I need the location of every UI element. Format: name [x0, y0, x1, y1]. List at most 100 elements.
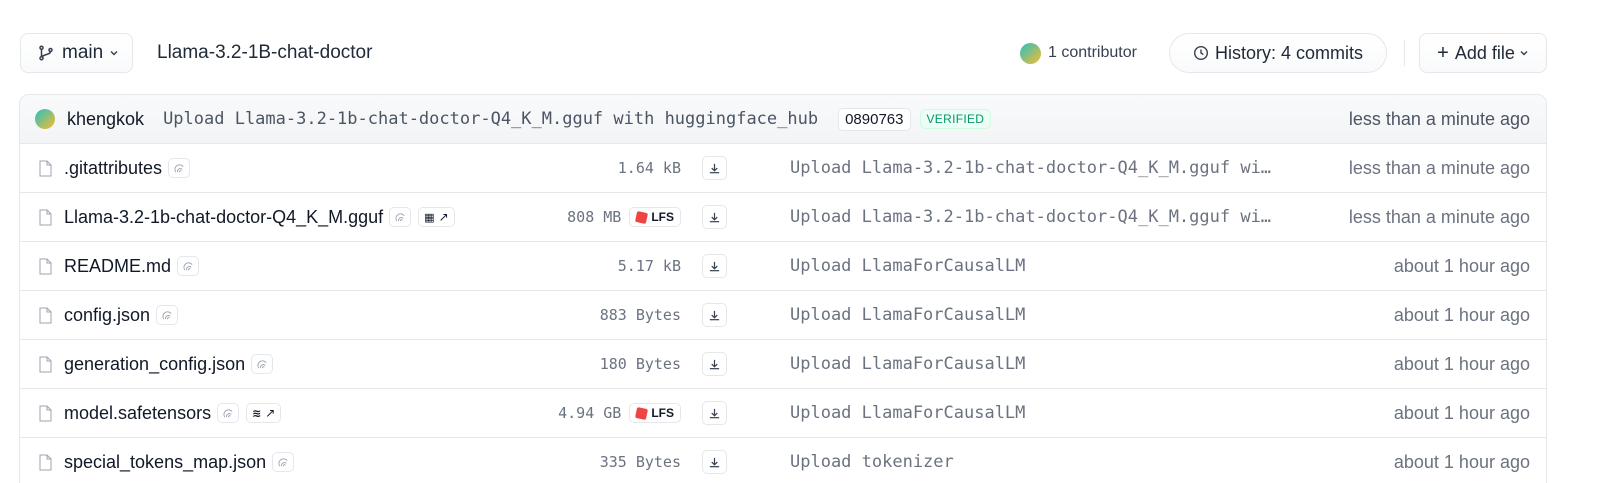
safety-badge[interactable] [177, 256, 200, 276]
history-label: History: 4 commits [1214, 42, 1364, 63]
lfs-label: LFS [651, 210, 674, 224]
contributors-link[interactable]: 1 contributor [1020, 33, 1137, 73]
commit-message[interactable]: Upload Llama-3.2-1b-chat-doctor-Q4_K_M.g… [163, 109, 818, 129]
file-commit-time: less than a minute ago [1348, 207, 1530, 227]
file-size: 5.17 kB [617, 257, 681, 275]
download-button[interactable] [702, 401, 727, 425]
download-icon [709, 457, 720, 467]
file-row[interactable]: special_tokens_map.json 335 Bytes Upload t… [20, 438, 1546, 483]
file-commit-time: about 1 hour ago [1393, 354, 1530, 374]
download-button[interactable] [702, 303, 727, 327]
file-row[interactable]: .gitattributes 1.64 kB Upload Llama-3.2-1b… [20, 144, 1546, 193]
file-commit-time: about 1 hour ago [1393, 403, 1530, 423]
file-name-wrap: README.md [64, 242, 200, 290]
lfs-cube-icon [635, 406, 649, 420]
history-button[interactable]: History: 4 commits [1169, 33, 1387, 73]
safety-scan-icon [278, 457, 288, 466]
file-icon [39, 160, 52, 177]
external-link-icon: ↗ [265, 406, 276, 420]
file-icon [39, 307, 52, 324]
latest-commit-row: khengkok Upload Llama-3.2-1b-chat-doctor… [20, 95, 1546, 144]
safety-badge[interactable] [272, 452, 295, 472]
file-commit-message[interactable]: Upload LlamaForCausalLM [790, 291, 1025, 339]
verified-badge: VERIFIED [919, 109, 992, 129]
author-avatar[interactable] [35, 109, 55, 129]
lfs-badge: LFS [629, 403, 681, 423]
download-icon [709, 261, 720, 271]
chevron-down-icon [110, 51, 118, 56]
contributors-label: 1 contributor [1048, 44, 1137, 61]
file-row[interactable]: generation_config.json 180 Bytes Upload Ll… [20, 340, 1546, 389]
file-name[interactable]: special_tokens_map.json [64, 452, 266, 473]
file-commit-message[interactable]: Upload LlamaForCausalLM [790, 389, 1025, 437]
file-size-area: 4.94 GB LFS [558, 389, 681, 437]
download-button[interactable] [702, 205, 727, 229]
file-name[interactable]: Llama-3.2-1b-chat-doctor-Q4_K_M.gguf [64, 207, 383, 228]
file-name[interactable]: README.md [64, 256, 171, 277]
file-size: 883 Bytes [599, 306, 681, 324]
file-name[interactable]: config.json [64, 305, 150, 326]
file-icon [39, 209, 52, 226]
file-row[interactable]: README.md 5.17 kB Upload LlamaForCausalLM a… [20, 242, 1546, 291]
file-size-area: 335 Bytes [600, 438, 681, 483]
file-size: 808 MB [567, 208, 622, 226]
file-name[interactable]: model.safetensors [64, 403, 211, 424]
file-commit-time: less than a minute ago [1348, 158, 1530, 178]
chevron-down-icon [1520, 51, 1528, 56]
repo-name[interactable]: Llama-3.2-1B-chat-doctor [157, 33, 372, 73]
download-button[interactable] [702, 156, 727, 180]
download-icon [709, 408, 720, 418]
download-button[interactable] [702, 254, 727, 278]
file-icon [39, 356, 52, 373]
file-name[interactable]: generation_config.json [64, 354, 245, 375]
safety-scan-icon [257, 359, 267, 368]
file-size-area: 883 Bytes [600, 291, 681, 339]
file-viewer-badge[interactable]: ≋ ↗ [246, 403, 282, 423]
file-icon [39, 258, 52, 275]
safety-scan-icon [395, 212, 405, 221]
add-file-button[interactable]: + Add file [1419, 33, 1547, 73]
file-size: 1.64 kB [617, 159, 681, 177]
file-commit-time: about 1 hour ago [1393, 452, 1530, 472]
safety-scan-icon [223, 408, 233, 417]
download-icon [709, 163, 720, 173]
commit-author[interactable]: khengkok [67, 109, 144, 130]
file-row[interactable]: model.safetensors ≋ ↗ 4.94 GB LFS Upload Llam… [20, 389, 1546, 438]
file-name-wrap: .gitattributes [64, 144, 191, 192]
lfs-label: LFS [651, 406, 674, 420]
file-size-area: 5.17 kB [618, 242, 681, 290]
safety-badge[interactable] [217, 403, 240, 423]
safety-badge[interactable] [168, 158, 191, 178]
safety-scan-icon [162, 310, 172, 319]
file-commit-time: about 1 hour ago [1393, 305, 1530, 325]
file-commit-message[interactable]: Upload LlamaForCausalLM [790, 242, 1025, 290]
safety-badge[interactable] [389, 207, 412, 227]
clock-icon [1193, 45, 1208, 61]
download-button[interactable] [702, 352, 727, 376]
download-button[interactable] [702, 450, 727, 474]
file-commit-message[interactable]: Upload Llama-3.2-1b-chat-doctor-Q4_K_M.g… [790, 193, 1271, 241]
safety-badge[interactable] [251, 354, 274, 374]
file-commit-message[interactable]: Upload Llama-3.2-1b-chat-doctor-Q4_K_M.g… [790, 144, 1271, 192]
branch-selector-button[interactable]: main [20, 33, 133, 73]
file-viewer-badge[interactable]: ▦ ↗ [418, 207, 455, 227]
safety-badge[interactable] [156, 305, 179, 325]
file-commit-message[interactable]: Upload tokenizer [790, 438, 954, 483]
file-row[interactable]: config.json 883 Bytes Upload LlamaForCausa… [20, 291, 1546, 340]
file-name[interactable]: .gitattributes [64, 158, 162, 179]
file-table: khengkok Upload Llama-3.2-1b-chat-doctor… [19, 94, 1547, 483]
file-size-area: 808 MB LFS [567, 193, 681, 241]
add-file-label: Add file [1454, 42, 1515, 63]
repo-toolbar: main Llama-3.2-1B-chat-doctor 1 contribu… [20, 33, 1582, 73]
file-size: 335 Bytes [599, 453, 681, 471]
file-row[interactable]: Llama-3.2-1b-chat-doctor-Q4_K_M.gguf ▦ ↗ 80… [20, 193, 1546, 242]
file-icon [39, 454, 52, 471]
file-size-area: 180 Bytes [600, 340, 681, 388]
file-commit-message[interactable]: Upload LlamaForCausalLM [790, 340, 1025, 388]
safetensors-icon: ≋ [252, 407, 262, 420]
commit-hash[interactable]: 0890763 [838, 107, 911, 131]
file-icon [39, 405, 52, 422]
download-icon [709, 310, 720, 320]
file-commit-time: about 1 hour ago [1393, 256, 1530, 276]
lfs-cube-icon [635, 210, 649, 224]
